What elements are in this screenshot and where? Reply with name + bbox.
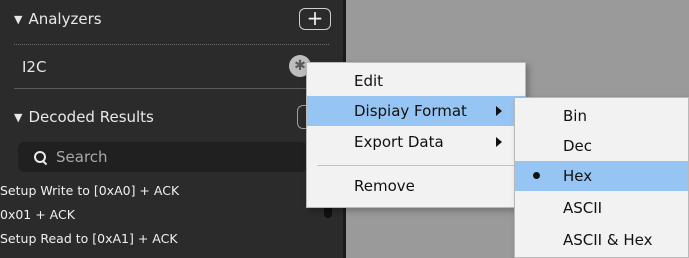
search-box[interactable] (18, 142, 308, 172)
result-row[interactable]: 0x01 + ACK (0, 207, 75, 222)
menu-item-label: Remove (354, 177, 415, 195)
format-option-label: Dec (563, 137, 593, 155)
analyzer-item-i2c[interactable]: I2C (22, 58, 46, 76)
separator (14, 44, 329, 45)
format-option-dec[interactable]: Dec (515, 131, 688, 161)
format-option-hex[interactable]: Hex (515, 161, 688, 191)
add-analyzer-button[interactable]: + (299, 8, 331, 30)
context-menu: Edit Dispiay Format Export Data Remove (306, 62, 526, 208)
collapse-triangle-icon[interactable]: ▼ (14, 111, 22, 124)
format-option-ascii[interactable]: ASCII (515, 193, 688, 223)
format-option-label: ASCII (563, 199, 603, 217)
analyzers-header-label: Analyzers (28, 10, 102, 28)
decoded-results-header-label: Decoded Results (28, 108, 154, 126)
result-row[interactable]: Setup Write to [0xA0] + ACK (0, 183, 179, 198)
menu-item-label: Dispiay Format (354, 102, 467, 120)
decoded-results-header[interactable]: ▼ Decoded Results (14, 108, 154, 126)
menu-item-label: Export Data (354, 133, 444, 151)
menu-item-remove[interactable]: Remove (307, 171, 525, 201)
sidebar-panel: ▼ Analyzers + I2C ✱ ▼ Decoded Results Se… (0, 0, 343, 258)
format-option-label: Bin (563, 107, 587, 125)
analyzers-header[interactable]: ▼ Analyzers (14, 10, 102, 28)
submenu-arrow-icon (496, 137, 502, 147)
menu-separator (317, 165, 515, 166)
format-option-bin[interactable]: Bin (515, 101, 688, 131)
menu-item-edit[interactable]: Edit (307, 66, 525, 96)
format-option-label: Hex (563, 167, 593, 185)
search-icon (34, 150, 48, 165)
selected-bullet-icon (533, 172, 540, 179)
collapse-triangle-icon[interactable]: ▼ (14, 13, 22, 26)
submenu-arrow-icon (496, 106, 502, 116)
separator (14, 88, 329, 89)
result-row[interactable]: Setup Read to [0xA1] + ACK (0, 231, 178, 246)
format-option-label: ASCII & Hex (563, 231, 653, 249)
format-submenu: Bin Dec Hex ASCII ASCII & Hex (514, 97, 689, 258)
search-input[interactable] (56, 148, 276, 166)
menu-item-export-data[interactable]: Export Data (307, 127, 525, 157)
format-option-ascii-hex[interactable]: ASCII & Hex (515, 225, 688, 255)
menu-item-label: Edit (354, 72, 384, 90)
menu-item-display-format[interactable]: Dispiay Format (307, 96, 525, 126)
